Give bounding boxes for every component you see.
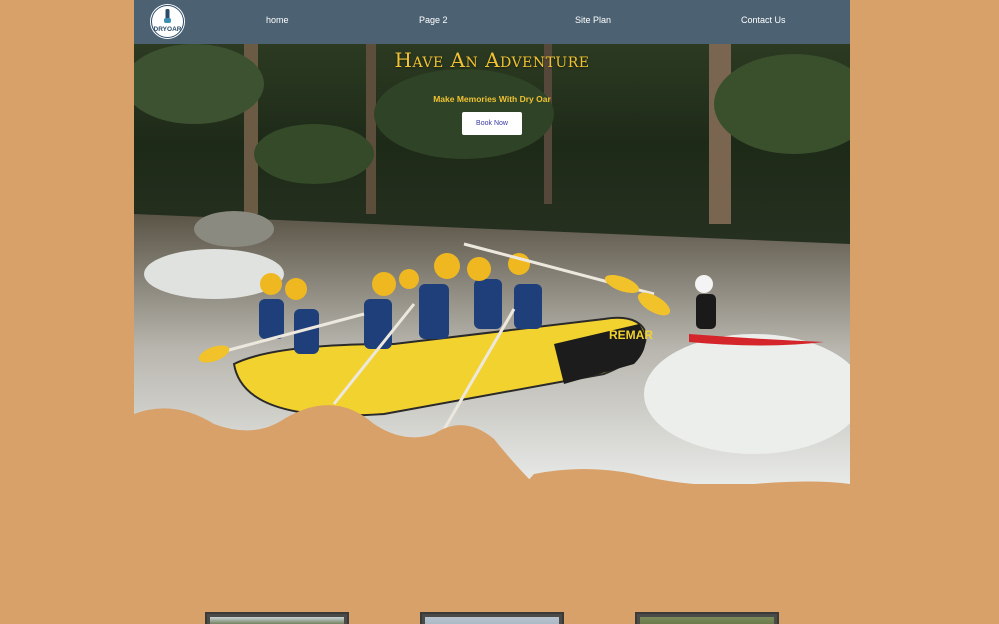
top-navbar: DRYOAR home Page 2 Site Plan Contact Us [134,0,850,44]
page-container: DRYOAR home Page 2 Site Plan Contact Us [134,0,850,624]
nav-item-page-2[interactable]: Page 2 [419,15,448,25]
nav-item-contact-us[interactable]: Contact Us [741,15,786,25]
hero-subtitle: Make Memories With Dry Oar [433,94,551,104]
hero-section: REMAR Have An Adventure Make Memories Wi… [134,44,850,496]
gallery-thumbnail-3[interactable] [635,612,779,624]
logo-icon [151,5,184,38]
brand-logo[interactable]: DRYOAR [150,4,185,39]
photo-thumbnail [425,617,559,624]
book-now-button[interactable]: Book Now [462,112,522,135]
photo-thumbnail [210,617,344,624]
photo-thumbnail [640,617,774,624]
gallery-thumbnail-2[interactable] [420,612,564,624]
hero-title: Have An Adventure [394,48,590,72]
nav-item-home[interactable]: home [266,15,289,25]
gallery-thumbnail-1[interactable] [205,612,349,624]
nav-item-site-plan[interactable]: Site Plan [575,15,611,25]
logo-text: DRYOAR [153,26,182,33]
raft-brand-label: REMAR [609,328,653,342]
